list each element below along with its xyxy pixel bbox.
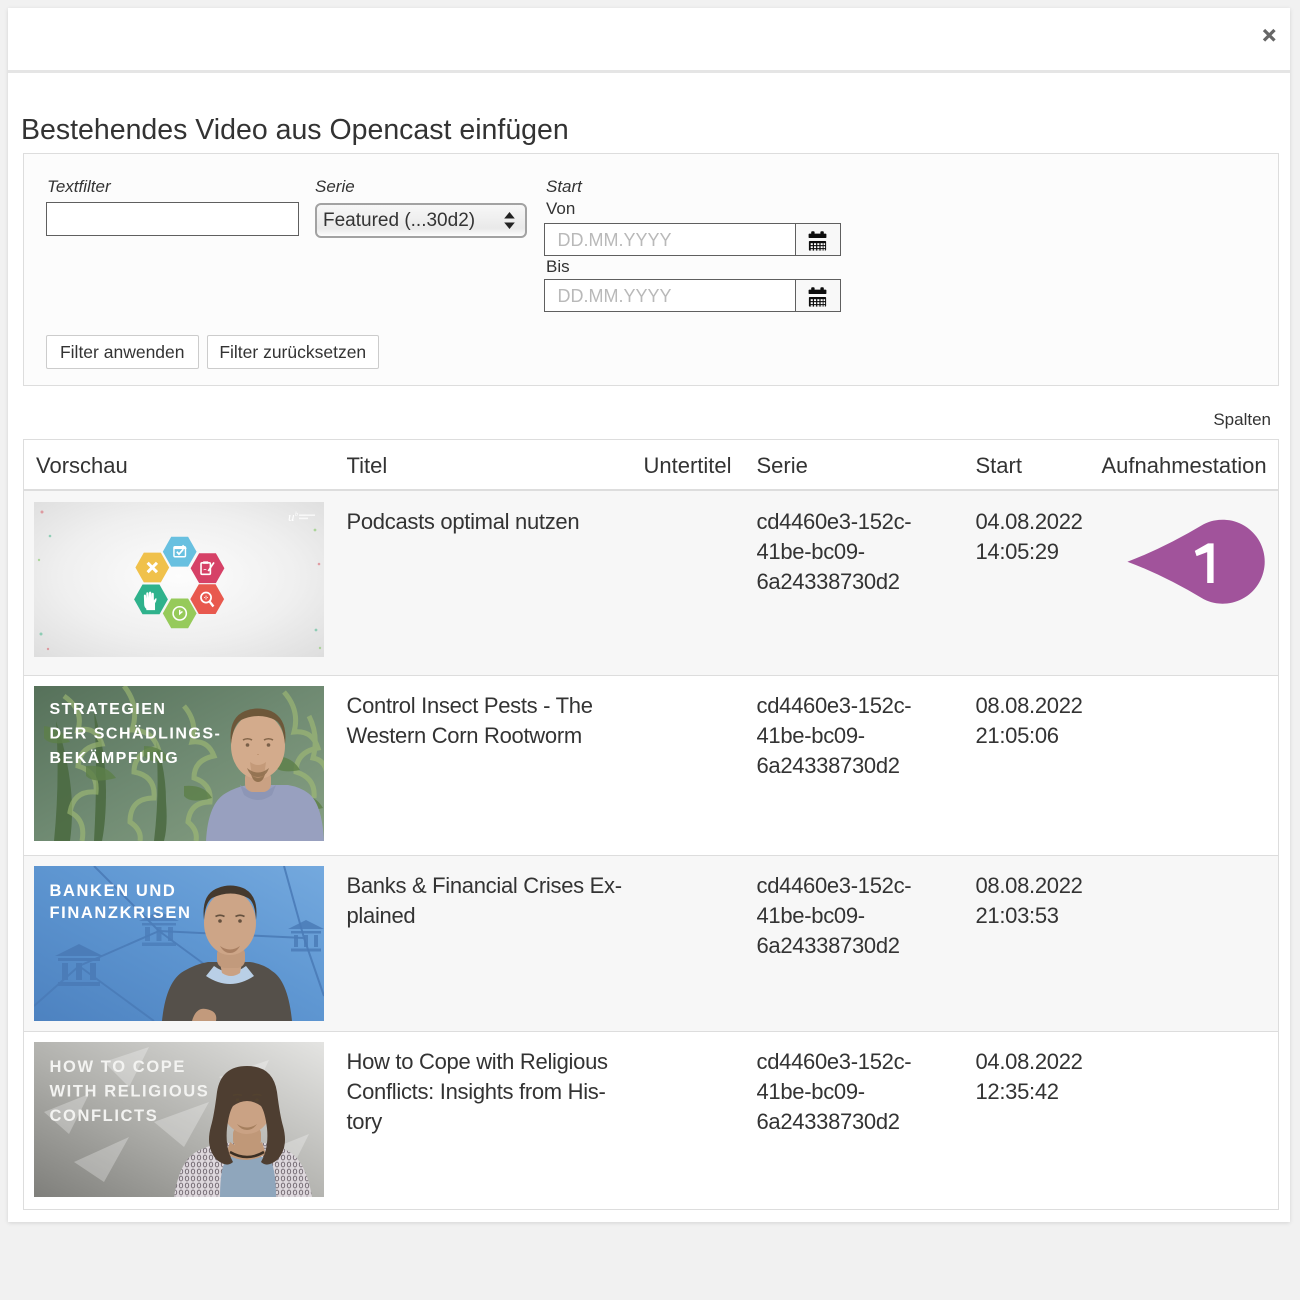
- svg-text:u: u: [288, 509, 295, 524]
- svg-text:BANKEN UND: BANKEN UND: [49, 882, 176, 900]
- svg-text:b: b: [295, 512, 298, 518]
- svg-text:FINANZKRISEN: FINANZKRISEN: [49, 904, 191, 922]
- svg-text:BEKÄMPFUNG: BEKÄMPFUNG: [49, 749, 179, 767]
- svg-text:DER SCHÄDLINGS-: DER SCHÄDLINGS-: [49, 725, 221, 743]
- svg-text:STRATEGIEN: STRATEGIEN: [49, 701, 166, 718]
- svg-text:CONFLICTS: CONFLICTS: [49, 1107, 158, 1125]
- svg-text:HOW TO COPE: HOW TO COPE: [49, 1058, 185, 1076]
- svg-text:WITH RELIGIOUS: WITH RELIGIOUS: [49, 1083, 209, 1101]
